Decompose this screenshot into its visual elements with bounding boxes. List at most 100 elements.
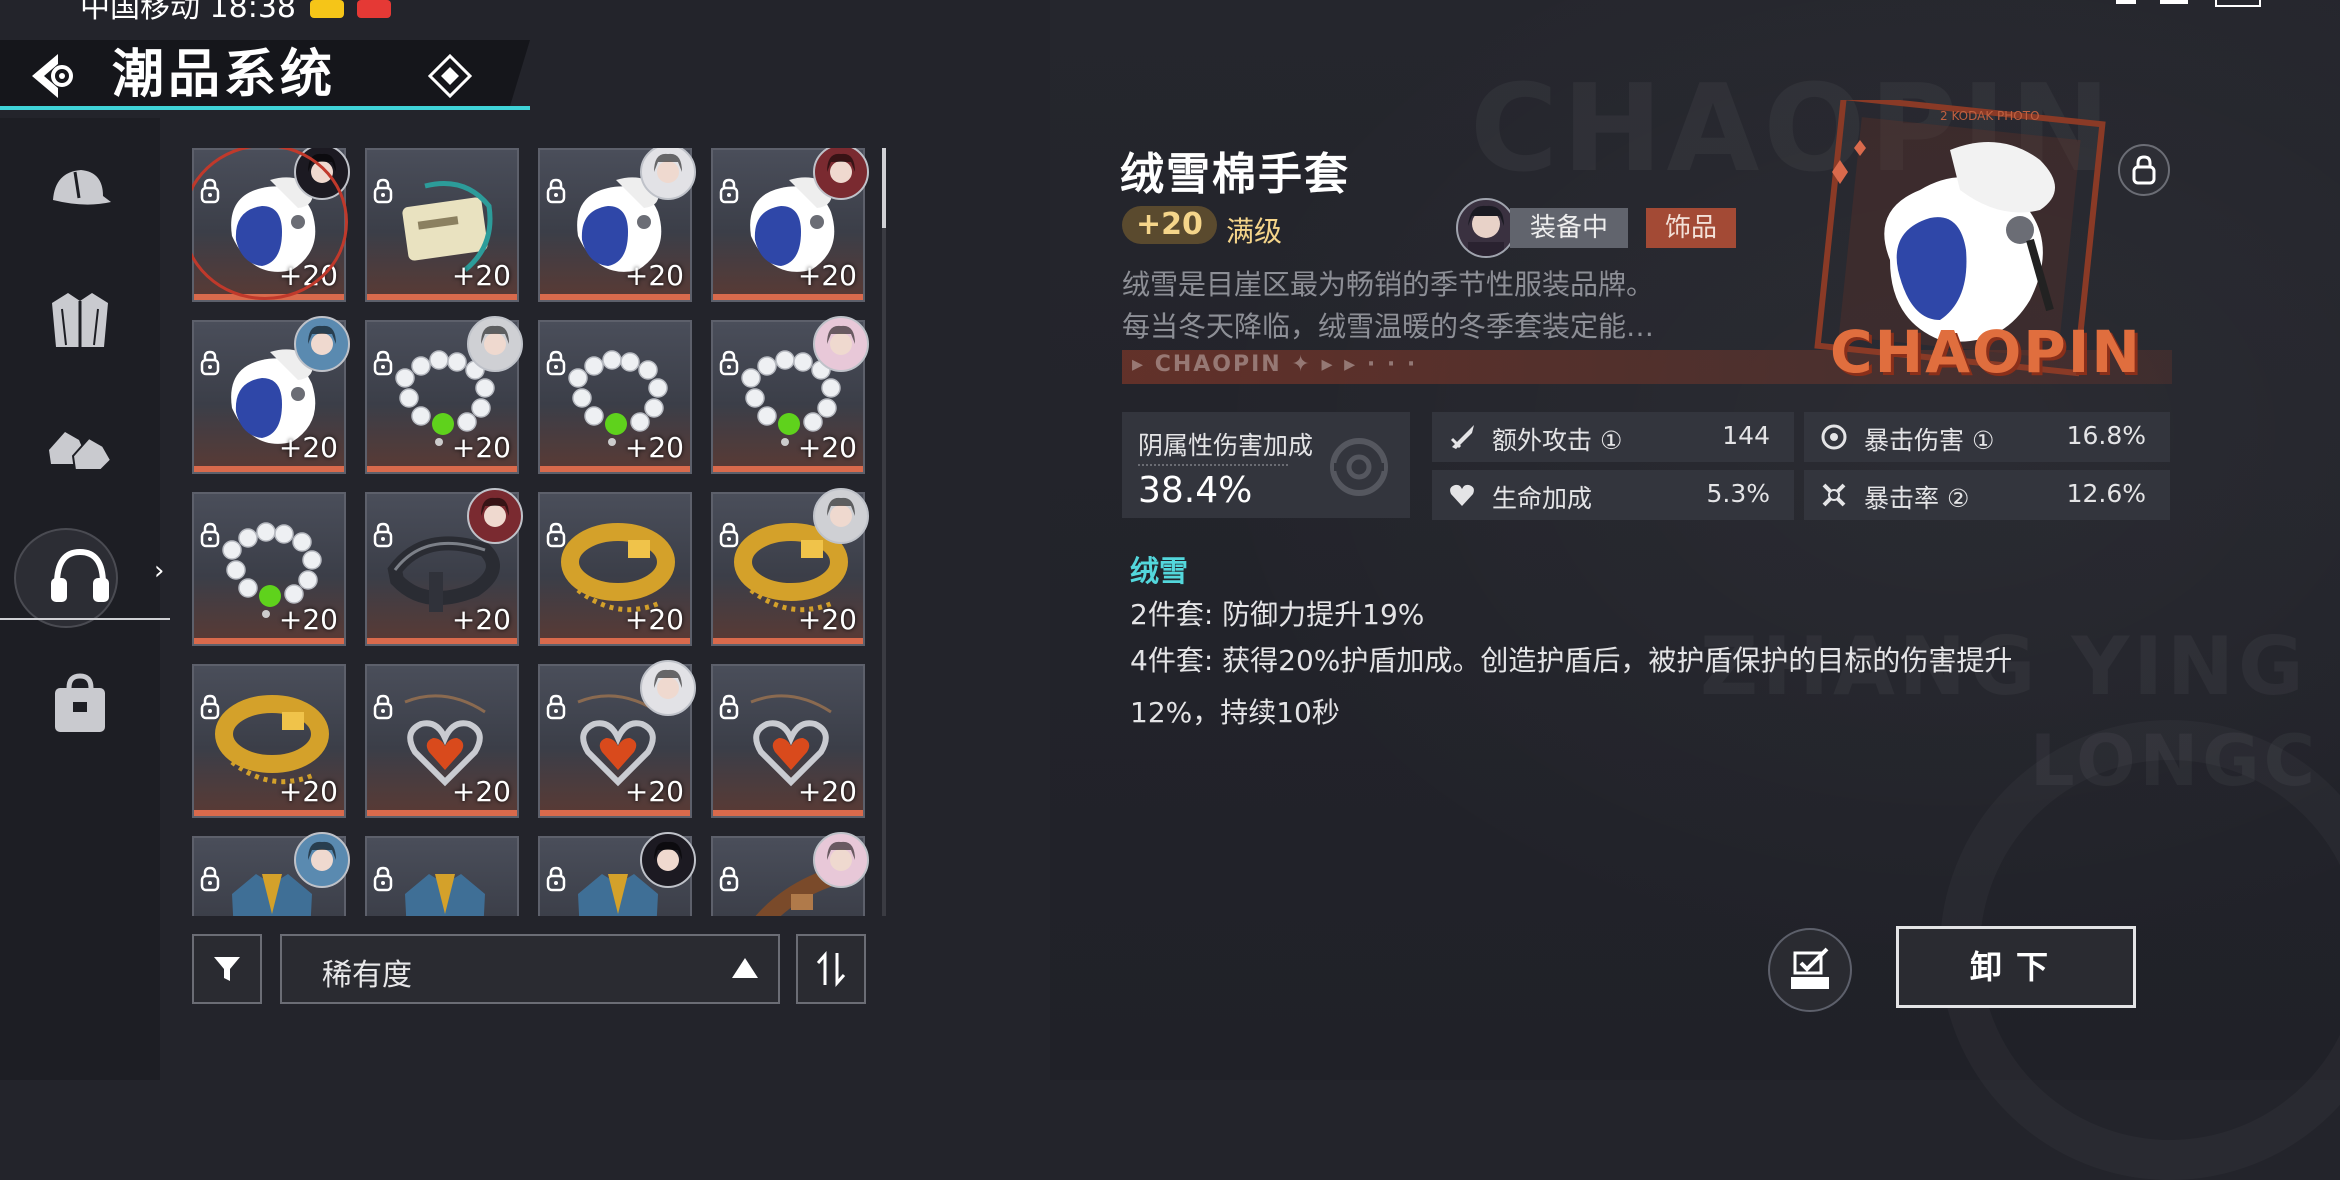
character-avatar bbox=[467, 316, 523, 372]
item-slot[interactable] bbox=[365, 836, 519, 916]
compare-button[interactable] bbox=[1768, 928, 1852, 1012]
item-slot[interactable]: +20 bbox=[711, 664, 865, 818]
lock-icon bbox=[719, 350, 739, 376]
filter-button[interactable] bbox=[192, 934, 262, 1004]
glove-icon bbox=[231, 177, 316, 272]
status-bar: 中国移动 18:38 bbox=[0, 0, 2340, 25]
sub-stat-row: 暴击伤害 ① 16.8% bbox=[1804, 412, 2170, 462]
item-slot[interactable]: +20 bbox=[365, 148, 519, 302]
character-avatar bbox=[294, 316, 350, 372]
item-level: +20 bbox=[797, 259, 857, 292]
sort-dropdown[interactable]: 稀有度 bbox=[280, 934, 780, 1004]
item-level: +20 bbox=[797, 775, 857, 808]
sub-stat-name: 暴击率 ② bbox=[1864, 484, 1970, 513]
item-level: +20 bbox=[451, 775, 511, 808]
sort-order-button[interactable] bbox=[796, 934, 866, 1004]
filter-icon bbox=[214, 957, 240, 981]
back-icon[interactable] bbox=[30, 50, 86, 102]
status-carrier-time: 中国移动 18:38 bbox=[80, 0, 392, 26]
lock-icon bbox=[546, 350, 566, 376]
item-slot[interactable]: +20 bbox=[365, 488, 523, 646]
sub-stat-row: 暴击率 ② 12.6% bbox=[1804, 470, 2170, 520]
sub-stat-name: 额外攻击 ① bbox=[1492, 426, 1623, 455]
yin-element-icon bbox=[1330, 438, 1388, 496]
lock-icon bbox=[200, 178, 220, 204]
item-slot[interactable]: +20 bbox=[192, 316, 350, 474]
grid-scrollbar[interactable] bbox=[882, 148, 886, 916]
item-slot[interactable]: +20 bbox=[365, 664, 519, 818]
item-level: +20 bbox=[451, 259, 511, 292]
lock-icon[interactable] bbox=[2118, 144, 2170, 196]
item-level: +20 bbox=[278, 775, 338, 808]
equipped-character-avatar[interactable] bbox=[1456, 198, 1516, 258]
brand-logo: CHAOPIN bbox=[1830, 318, 2142, 386]
item-slot[interactable]: +20 bbox=[538, 148, 696, 302]
character-avatar bbox=[813, 148, 869, 200]
character-avatar bbox=[813, 832, 869, 888]
nav-shoes[interactable] bbox=[40, 408, 120, 488]
checklist-icon bbox=[1791, 947, 1829, 989]
item-level: +20 bbox=[624, 775, 684, 808]
grid-scrollbar-thumb[interactable] bbox=[882, 148, 886, 228]
character-avatar bbox=[467, 488, 523, 544]
item-slot[interactable]: +20 bbox=[365, 316, 523, 474]
decor-strip-text: ▸ CHAOPIN ✦ ▸ ▸ · · · bbox=[1132, 352, 1418, 377]
headphones-icon bbox=[51, 548, 109, 602]
bag-icon bbox=[55, 673, 105, 732]
diamond-info-icon[interactable] bbox=[427, 53, 473, 99]
lock-icon bbox=[200, 694, 220, 720]
item-slot[interactable]: +20 bbox=[711, 488, 869, 646]
item-slot[interactable] bbox=[538, 832, 696, 916]
item-slot[interactable]: +20 bbox=[538, 320, 692, 474]
lock-icon bbox=[719, 694, 739, 720]
crit-rate-icon bbox=[1822, 483, 1846, 507]
item-type-tag: 饰品 bbox=[1646, 208, 1736, 248]
sub-stat-name: 暴击伤害 ① bbox=[1864, 426, 1995, 455]
cap-icon bbox=[53, 170, 111, 205]
item-level-badge: +20 bbox=[1122, 206, 1217, 244]
item-slot[interactable]: +20 bbox=[192, 492, 346, 646]
item-level: +20 bbox=[624, 259, 684, 292]
character-avatar bbox=[813, 316, 869, 372]
character-avatar bbox=[813, 488, 869, 544]
item-slot[interactable]: +20 bbox=[192, 664, 346, 818]
sub-stat-value: 5.3% bbox=[1706, 479, 1770, 508]
item-slot[interactable]: +20 bbox=[711, 316, 869, 474]
divider bbox=[1138, 464, 1288, 466]
lock-icon bbox=[373, 866, 393, 892]
item-slot[interactable]: +20 bbox=[538, 492, 692, 646]
description-line: 每当冬天降临，绒雪温暖的冬季套装定能… bbox=[1122, 310, 1655, 343]
max-level-label: 满级 bbox=[1226, 215, 1283, 248]
nav-bag[interactable] bbox=[40, 664, 120, 744]
nav-active-line bbox=[0, 618, 170, 620]
lock-icon bbox=[373, 522, 393, 548]
set-name: 绒雪 bbox=[1130, 554, 1189, 588]
crit-damage-icon bbox=[1821, 424, 1847, 450]
item-slot[interactable] bbox=[192, 832, 350, 916]
description-line: 绒雪是目崖区最为畅销的季节性服装品牌。 bbox=[1122, 268, 1655, 301]
sub-stat-row: 生命加成 5.3% bbox=[1432, 470, 1794, 520]
unequip-button[interactable]: 卸下 bbox=[1896, 926, 2136, 1008]
sub-stat-row: 额外攻击 ① 144 bbox=[1432, 412, 1794, 462]
item-level: +20 bbox=[624, 603, 684, 636]
nav-cap[interactable] bbox=[40, 150, 120, 230]
item-slot[interactable] bbox=[711, 832, 869, 916]
item-slot[interactable]: +20 bbox=[538, 660, 696, 818]
item-slot[interactable]: +20 bbox=[192, 148, 350, 302]
main-stat-name: 阴属性伤害加成 bbox=[1138, 431, 1314, 460]
jacket-icon bbox=[52, 293, 108, 347]
nav-jacket[interactable] bbox=[40, 280, 120, 360]
status-icons bbox=[2116, 0, 2266, 13]
lock-icon bbox=[373, 178, 393, 204]
sword-icon bbox=[1450, 425, 1474, 449]
nav-accessory[interactable] bbox=[14, 528, 120, 628]
item-slot[interactable]: +20 bbox=[711, 148, 869, 302]
item-name: 绒雪棉手套 bbox=[1120, 149, 1350, 200]
lock-icon bbox=[200, 522, 220, 548]
sub-stat-name: 生命加成 bbox=[1492, 484, 1593, 513]
sub-stat-value: 12.6% bbox=[2066, 479, 2146, 508]
notification-badge-icon bbox=[309, 0, 344, 18]
page-title: 潮品系统 bbox=[112, 45, 337, 105]
sort-dropdown-label: 稀有度 bbox=[322, 958, 412, 993]
equipped-tag: 装备中 bbox=[1510, 208, 1628, 248]
